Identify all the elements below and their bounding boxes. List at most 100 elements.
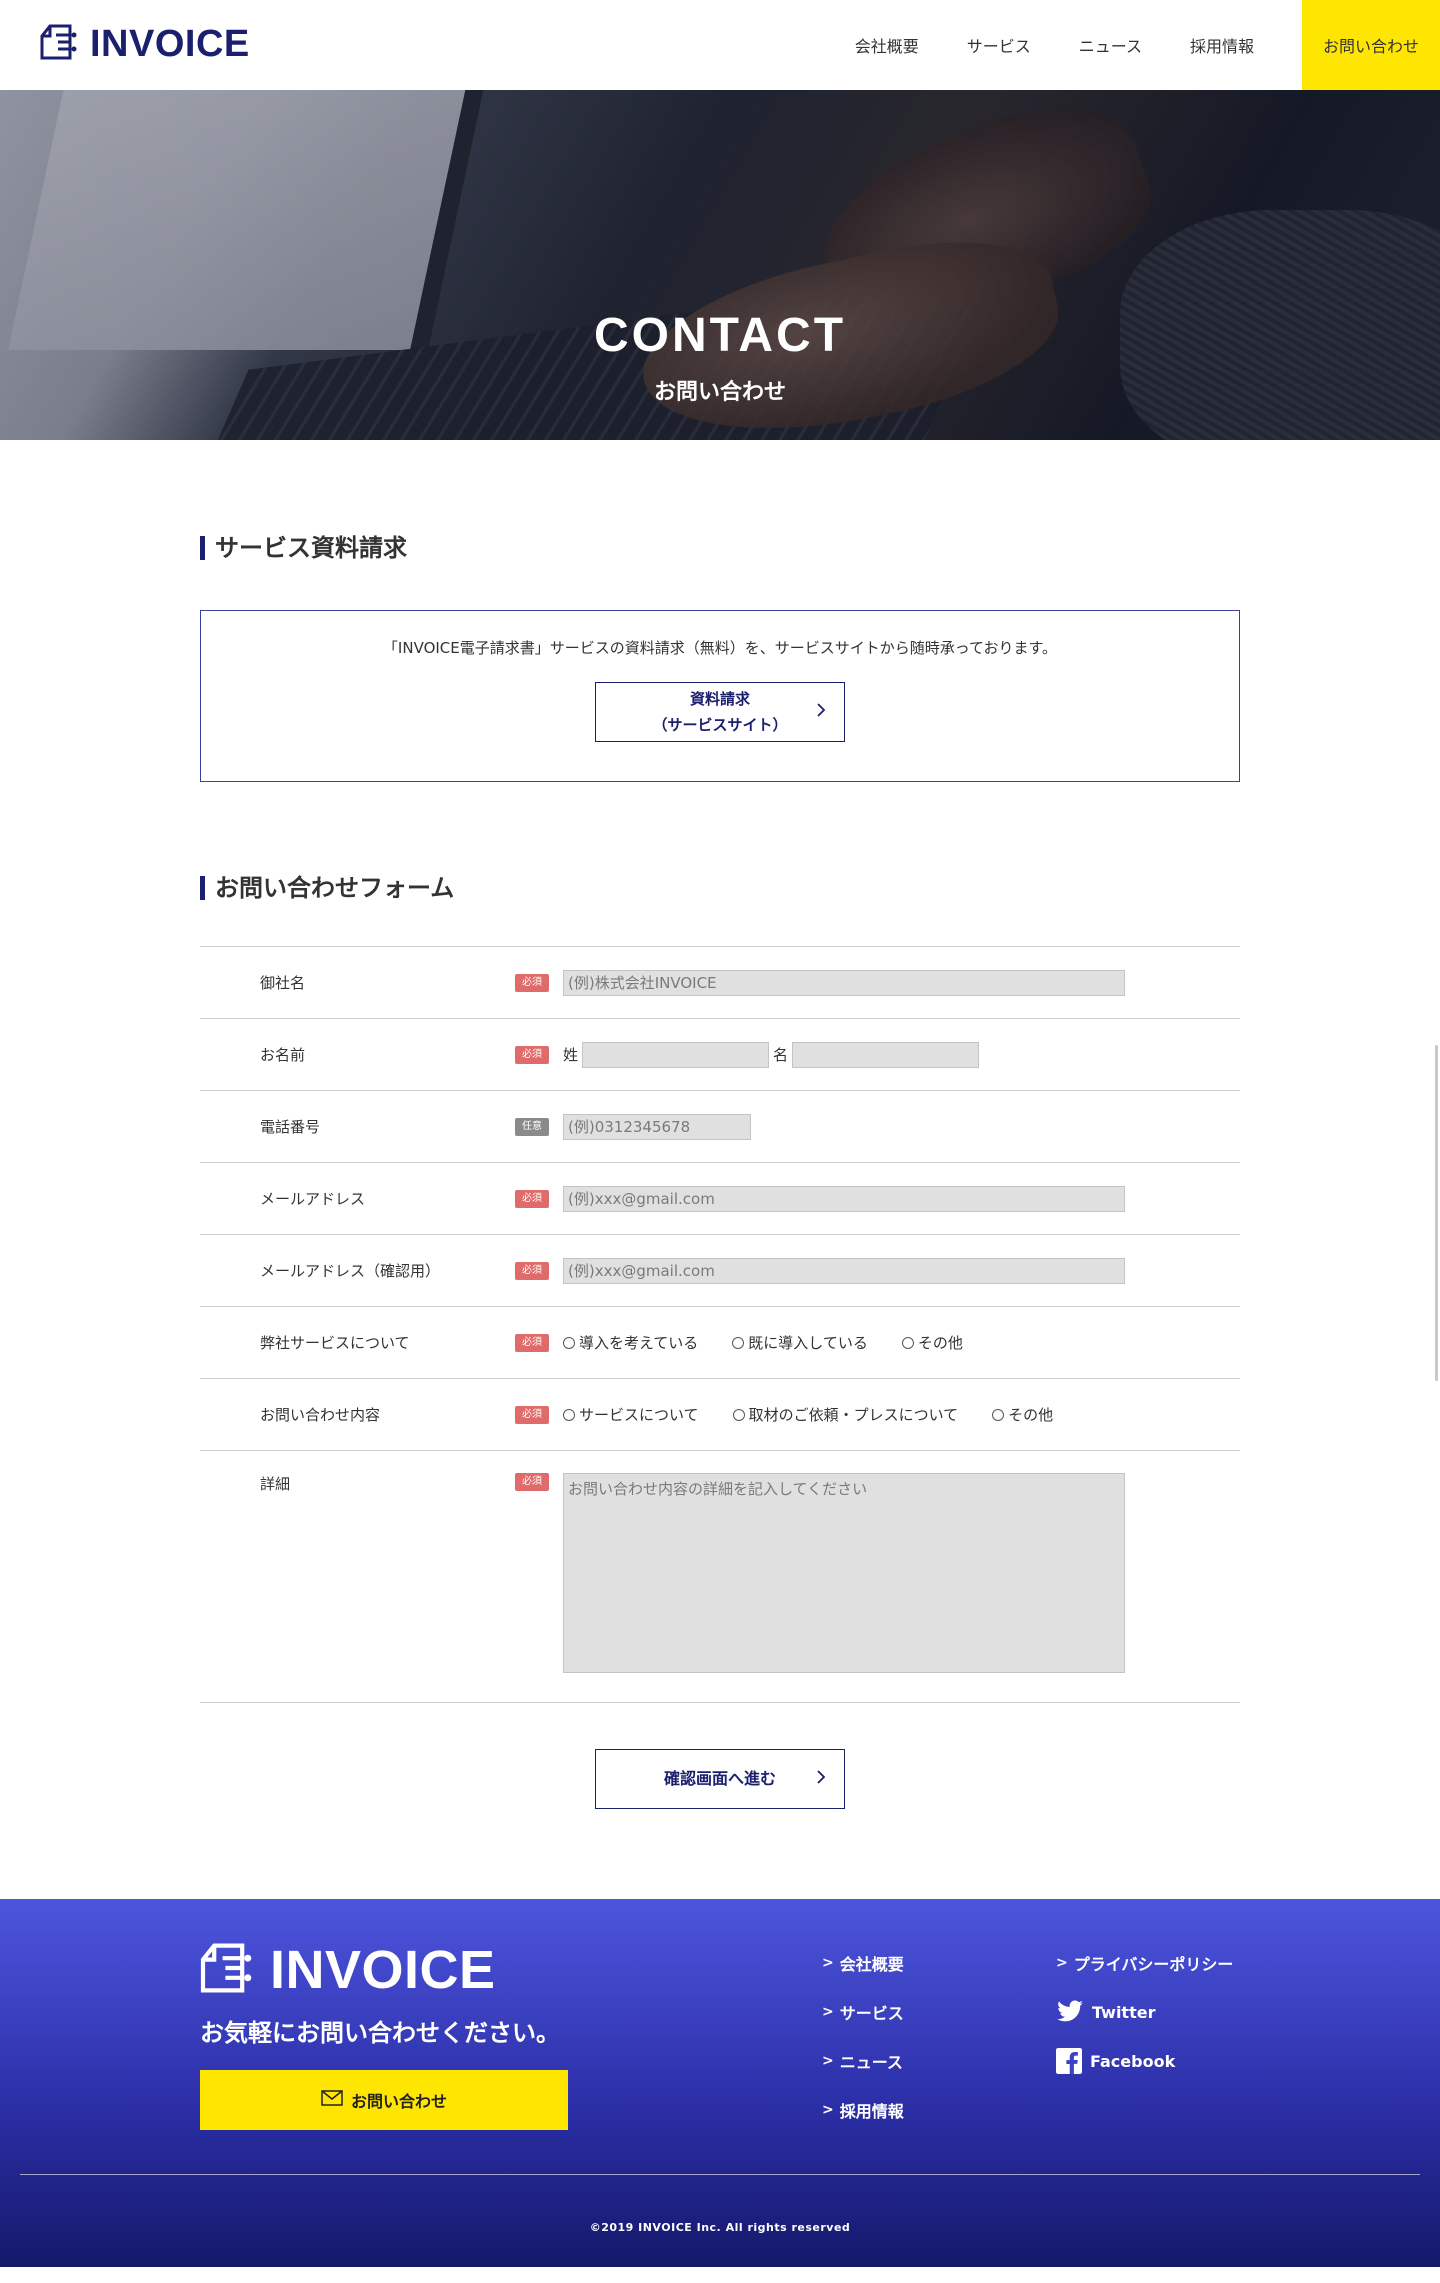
form-section-title: お問い合わせフォーム <box>200 876 1240 900</box>
footer-link-label: サービス <box>839 2004 904 2023</box>
radio-label: その他 <box>917 1334 963 1352</box>
optional-badge: 任意 <box>515 1117 549 1136</box>
chevron-right-icon: > <box>822 2102 834 2118</box>
radio-option[interactable]: 取材のご依頼・プレスについて <box>732 1404 958 1425</box>
footer-logo[interactable]: INVOICE <box>200 1939 568 2001</box>
last-name-label: 姓 <box>563 1046 579 1064</box>
request-section-title: サービス資料請求 <box>200 536 1240 560</box>
footer-link-privacy[interactable]: > プライバシーポリシー <box>1056 1951 1233 1975</box>
form-row-email: メールアドレス 必須 <box>200 1163 1240 1235</box>
inquiry-radio-group: サービスについて 取材のご依頼・プレスについて その他 <box>563 1404 1087 1425</box>
mail-icon <box>321 2090 343 2110</box>
confirm-button[interactable]: 確認画面へ進む <box>595 1749 845 1809</box>
form-row-company: 御社名 必須 <box>200 947 1240 1019</box>
page-scrollbar[interactable] <box>1435 1045 1438 1381</box>
main-nav: 会社概要 サービス ニュース 採用情報 お問い合わせ <box>855 0 1440 90</box>
nav-contact-button[interactable]: お問い合わせ <box>1302 0 1440 90</box>
page-subtitle: お問い合わせ <box>653 380 786 405</box>
form-row-detail: 詳細 必須 <box>200 1451 1240 1703</box>
footer-nav: > 会社概要 > サービス > ニュース > 採用情報 <box>822 1951 904 2147</box>
required-badge: 必須 <box>515 973 549 992</box>
form-label: お問い合わせ内容 <box>260 1406 381 1424</box>
required-badge: 必須 <box>515 1473 549 1491</box>
radio-option[interactable]: サービスについて <box>563 1404 699 1425</box>
footer-link-facebook[interactable]: Facebook <box>1056 2048 1233 2074</box>
site-footer: INVOICE お気軽にお問い合わせください。 お問い合わせ > 会社概要 > サー… <box>0 1899 1440 2267</box>
nav-news[interactable]: ニュース <box>1079 33 1142 57</box>
radio-circle-icon <box>563 1336 575 1349</box>
form-row-service: 弊社サービスについて 必須 導入を考えている 既に導入している その他 <box>200 1307 1240 1379</box>
request-button-line2: （サービスサイト） <box>652 716 788 734</box>
first-name-label: 名 <box>773 1046 789 1064</box>
required-badge: 必須 <box>515 1261 549 1280</box>
request-box: 「INVOICE電子請求書」サービスの資料請求（無料）を、サービスサイトから随時… <box>200 610 1240 782</box>
nav-company[interactable]: 会社概要 <box>855 33 919 57</box>
required-badge: 必須 <box>515 1405 549 1424</box>
request-button-line1: 資料請求 <box>689 690 750 708</box>
service-radio-group: 導入を考えている 既に導入している その他 <box>563 1332 997 1353</box>
footer-link-company[interactable]: > 会社概要 <box>822 1951 904 1975</box>
radio-option[interactable]: その他 <box>901 1332 963 1353</box>
facebook-icon <box>1056 2048 1082 2074</box>
footer-social: > プライバシーポリシー Twitter Facebook <box>1056 1951 1233 2098</box>
footer-divider <box>20 2174 1420 2175</box>
radio-option[interactable]: 既に導入している <box>732 1332 868 1353</box>
logo-text: INVOICE <box>90 22 250 65</box>
radio-circle-icon <box>992 1408 1005 1421</box>
footer-link-label: Twitter <box>1092 2002 1156 2022</box>
footer-contact-button[interactable]: お問い合わせ <box>200 2070 568 2130</box>
request-description: 「INVOICE電子請求書」サービスの資料請求（無料）を、サービスサイトから随時… <box>382 639 1058 657</box>
phone-field[interactable] <box>563 1113 751 1140</box>
first-name-field[interactable] <box>792 1041 980 1068</box>
form-label: 電話番号 <box>260 1118 321 1136</box>
main-content: サービス資料請求 「INVOICE電子請求書」サービスの資料請求（無料）を、サー… <box>200 440 1240 1899</box>
detail-textarea[interactable] <box>563 1473 1125 1673</box>
request-document-button[interactable]: 資料請求 （サービスサイト） <box>595 682 845 742</box>
footer-link-label: ニュース <box>839 2053 903 2072</box>
footer-brand: INVOICE お気軽にお問い合わせください。 お問い合わせ <box>200 1939 568 2130</box>
form-label: 御社名 <box>260 974 306 992</box>
footer-link-label: 採用情報 <box>839 2102 904 2121</box>
radio-label: サービスについて <box>579 1406 699 1424</box>
footer-link-service[interactable]: > サービス <box>822 2000 904 2024</box>
radio-circle-icon <box>732 1336 745 1349</box>
radio-label: その他 <box>1008 1406 1054 1424</box>
site-logo[interactable]: INVOICE <box>40 22 250 66</box>
form-row-phone: 電話番号 任意 <box>200 1091 1240 1163</box>
footer-link-recruit[interactable]: > 採用情報 <box>822 2098 904 2122</box>
radio-option[interactable]: 導入を考えている <box>563 1332 698 1353</box>
footer-link-twitter[interactable]: Twitter <box>1056 2000 1233 2024</box>
chevron-right-icon: > <box>822 2004 834 2020</box>
nav-recruit[interactable]: 採用情報 <box>1190 33 1254 57</box>
required-badge: 必須 <box>515 1333 549 1352</box>
chevron-right-icon: > <box>822 2053 834 2069</box>
nav-service[interactable]: サービス <box>967 33 1031 57</box>
radio-label: 導入を考えている <box>579 1334 699 1352</box>
twitter-icon <box>1056 2000 1084 2024</box>
company-field[interactable] <box>563 969 1125 996</box>
footer-contact-label: お問い合わせ <box>350 2092 447 2111</box>
footer-logo-text: INVOICE <box>270 1940 496 2000</box>
radio-option[interactable]: その他 <box>992 1404 1053 1425</box>
chevron-right-icon: > <box>1056 1955 1068 1971</box>
radio-circle-icon <box>732 1408 745 1421</box>
radio-circle-icon <box>563 1408 575 1421</box>
required-badge: 必須 <box>515 1189 549 1208</box>
chevron-right-icon: > <box>822 1955 834 1971</box>
form-row-inquiry: お問い合わせ内容 必須 サービスについて 取材のご依頼・プレスについて その他 <box>200 1379 1240 1451</box>
form-row-email-confirm: メールアドレス（確認用） 必須 <box>200 1235 1240 1307</box>
confirm-button-label: 確認画面へ進む <box>663 1769 776 1788</box>
required-badge: 必須 <box>515 1045 549 1064</box>
form-label: メールアドレス <box>260 1190 366 1208</box>
chevron-right-icon <box>816 1766 826 1792</box>
last-name-field[interactable] <box>582 1041 770 1068</box>
email-confirm-field[interactable] <box>563 1257 1125 1284</box>
chevron-right-icon <box>816 699 826 725</box>
email-field[interactable] <box>563 1185 1125 1212</box>
invoice-logo-icon <box>40 22 84 66</box>
form-row-name: お名前 必須 姓 名 <box>200 1019 1240 1091</box>
footer-link-news[interactable]: > ニュース <box>822 2049 904 2073</box>
radio-label: 既に導入している <box>748 1334 868 1352</box>
form-label: メールアドレス（確認用） <box>260 1262 441 1280</box>
page-title: CONTACT <box>593 309 847 362</box>
